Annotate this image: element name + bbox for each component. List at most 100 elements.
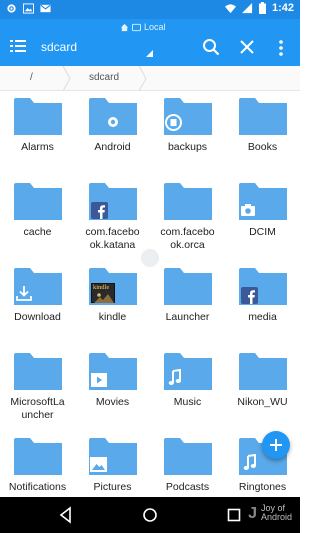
folder-icon	[164, 268, 212, 305]
kindle-badge-text: kindle	[93, 284, 110, 291]
breadcrumb-separator-icon	[138, 66, 147, 91]
loading-indicator	[142, 250, 158, 266]
add-button[interactable]	[262, 431, 290, 459]
folder-item[interactable]: MicrosoftLa uncher	[0, 347, 75, 429]
dropdown-arrow-icon[interactable]	[146, 50, 153, 57]
folder-icon	[14, 438, 62, 475]
gear-icon	[105, 114, 121, 135]
folder-icon	[164, 438, 212, 475]
navigation-bar: J Joy of Android	[0, 497, 300, 533]
camera-icon	[240, 203, 256, 222]
phone-icon	[132, 23, 141, 31]
recents-icon[interactable]	[225, 506, 243, 524]
status-bar: 1:42	[0, 0, 300, 19]
watermark: J Joy of Android	[248, 504, 292, 522]
facebook-icon	[91, 202, 108, 224]
folder-item[interactable]: kindle kindle	[75, 262, 150, 344]
folder-label: media	[248, 311, 277, 323]
image-icon	[90, 457, 107, 477]
menu-icon[interactable]	[10, 39, 26, 53]
folder-label: Launcher	[165, 311, 210, 323]
folder-label: Notifications	[8, 481, 67, 493]
back-icon[interactable]	[57, 506, 75, 524]
folder-item[interactable]: Android	[75, 92, 150, 174]
cell-signal-icon	[241, 2, 253, 13]
folder-label: Books	[247, 141, 278, 153]
folder-label: kindle	[98, 311, 127, 323]
folder-label: cache	[23, 226, 52, 238]
gmail-icon	[40, 4, 51, 13]
folder-label: Download	[14, 311, 61, 323]
facebook-icon	[241, 287, 258, 309]
folder-item[interactable]: Notifications	[0, 432, 75, 497]
folder-icon	[239, 98, 287, 135]
image-icon	[23, 3, 34, 14]
folder-label: com.facebo ok.katana	[75, 226, 150, 252]
folder-item[interactable]: backups	[150, 92, 225, 174]
folder-item[interactable]: com.facebo ok.katana	[75, 177, 150, 259]
folder-item[interactable]: Nikon_WU	[225, 347, 300, 429]
folder-label: Podcasts	[165, 481, 210, 493]
folder-label: backups	[167, 141, 208, 153]
folder-label: Ringtones	[238, 481, 287, 493]
folder-item[interactable]: Alarms	[0, 92, 75, 174]
toolbar: Local sdcard	[0, 19, 300, 66]
folder-label: Android	[94, 141, 131, 153]
music-note-icon	[243, 453, 257, 476]
folder-item[interactable]: com.facebo ok.orca	[150, 177, 225, 259]
folder-item[interactable]: Books	[225, 92, 300, 174]
folder-icon	[14, 98, 62, 135]
folder-icon	[164, 183, 212, 220]
folder-label: DCIM	[249, 226, 276, 238]
battery-icon	[258, 2, 266, 14]
home-icon	[120, 23, 129, 31]
tab-local[interactable]: Local	[120, 21, 166, 33]
folder-label-line: MicrosoftLa	[10, 396, 65, 408]
play-icon	[91, 373, 107, 392]
wifi-icon	[224, 3, 236, 13]
folder-item[interactable]: Movies	[75, 347, 150, 429]
music-note-icon	[168, 368, 182, 391]
folder-label-line: uncher	[21, 409, 54, 421]
folder-item[interactable]: Pictures	[75, 432, 150, 497]
folder-item[interactable]: Launcher	[150, 262, 225, 344]
folder-label-line: com.facebo	[85, 226, 140, 238]
more-vert-icon[interactable]	[278, 39, 284, 57]
backup-icon	[165, 114, 182, 136]
watermark-line2: Android	[260, 512, 292, 522]
folder-label: Movies	[95, 396, 130, 408]
breadcrumb: / sdcard	[0, 66, 300, 91]
folder-item[interactable]: Podcasts	[150, 432, 225, 497]
folder-label: MicrosoftLa uncher	[0, 396, 75, 422]
folder-icon	[239, 353, 287, 390]
folder-item[interactable]: media	[225, 262, 300, 344]
folder-label: Pictures	[93, 481, 132, 493]
watermark-logo: J	[248, 504, 257, 522]
breadcrumb-separator-icon	[62, 66, 71, 91]
tab-local-label: Local	[144, 22, 166, 32]
kindle-icon: kindle	[91, 283, 115, 303]
folder-label-line: ok.orca	[170, 239, 205, 251]
folder-label: Alarms	[21, 141, 54, 153]
page-title[interactable]: sdcard	[41, 40, 77, 54]
breadcrumb-root[interactable]: /	[30, 72, 33, 83]
folder-label: Music	[173, 396, 202, 408]
folder-item[interactable]: Music	[150, 347, 225, 429]
folder-item[interactable]: cache	[0, 177, 75, 259]
folder-item[interactable]: Download	[0, 262, 75, 344]
folder-item[interactable]: DCIM	[225, 177, 300, 259]
folder-label: com.facebo ok.orca	[150, 226, 225, 252]
folder-icon	[14, 353, 62, 390]
breadcrumb-sdcard[interactable]: sdcard	[89, 72, 119, 83]
folder-icon	[14, 183, 62, 220]
search-icon[interactable]	[202, 38, 220, 56]
folder-label: Nikon_WU	[237, 396, 288, 408]
download-icon	[15, 284, 33, 307]
plus-icon	[270, 439, 282, 451]
file-grid: Alarms Android backups Books cache com.facebo…	[0, 92, 300, 497]
home-icon[interactable]	[141, 506, 159, 524]
clock: 1:42	[271, 2, 294, 14]
folder-label-line: ok.katana	[89, 239, 136, 251]
settings-icon	[7, 4, 16, 13]
close-icon[interactable]	[238, 38, 256, 56]
